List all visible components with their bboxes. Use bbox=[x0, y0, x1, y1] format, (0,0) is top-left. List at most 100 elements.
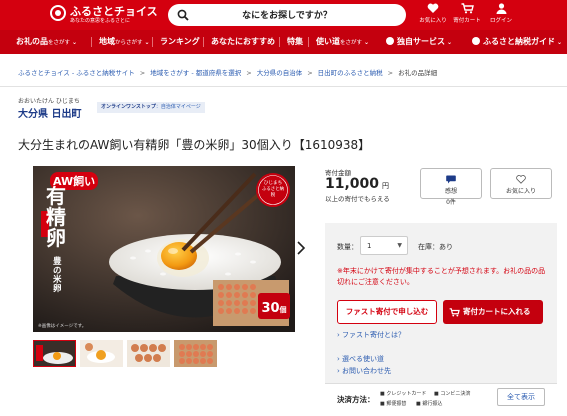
cart-label: 寄付カート bbox=[453, 18, 481, 24]
logo-mark-icon bbox=[50, 5, 66, 21]
nav-divider bbox=[203, 37, 204, 47]
search-input[interactable]: なにをお探しですか？ bbox=[168, 4, 406, 26]
breadcrumb-link[interactable]: 大分県の自治体 bbox=[257, 69, 303, 77]
thanks-label: 感想 bbox=[444, 188, 457, 195]
nav-label: 特集 bbox=[287, 37, 303, 46]
thanks-text: 感想 0件 bbox=[421, 186, 481, 206]
onestop-rest: ：自治体マイページ bbox=[155, 104, 201, 110]
nav-label: 独自サービス bbox=[397, 37, 445, 46]
breadcrumb-separator: > bbox=[246, 69, 252, 77]
notice-text: ※年末にかけて寄付が集中することが予想されます。お礼の品の品切れにご注意ください… bbox=[337, 267, 546, 286]
logo-subtitle: あなたの意思をふるさとに bbox=[70, 18, 131, 24]
search-placeholder: なにをお探しですか？ bbox=[242, 11, 332, 21]
nav-gift-search[interactable]: お礼の品をさがす ⌄ bbox=[16, 36, 77, 47]
check-icon: ■ bbox=[416, 401, 421, 407]
chevron-down-icon: ⌄ bbox=[557, 39, 563, 46]
product-main-image[interactable]: AW飼い 有精卵 豊の米卵 ひじまち ふるさと納税 30個 ※画像はイメージです… bbox=[33, 166, 295, 332]
login-button[interactable]: ログイン bbox=[486, 3, 516, 29]
thumbnail-2[interactable] bbox=[80, 340, 123, 367]
contact-link-label: お問い合わせ先 bbox=[342, 367, 392, 375]
speech-bubble-icon bbox=[446, 175, 456, 184]
nav-guide[interactable]: ふるさと納税ガイド ⌄ bbox=[472, 36, 562, 47]
chevron-right-icon[interactable] bbox=[296, 240, 306, 256]
image-sub-label: 豊の米卵 bbox=[53, 257, 62, 294]
nav-feature[interactable]: 特集 bbox=[287, 36, 303, 47]
favorites-button[interactable]: お気に入り bbox=[418, 3, 448, 29]
payment-method: ■ 郵便振替 bbox=[380, 400, 406, 407]
cart-icon bbox=[461, 3, 474, 14]
check-icon: ■ bbox=[434, 391, 439, 397]
nav-divider bbox=[308, 37, 309, 47]
image-main-label: 有精卵 bbox=[46, 184, 66, 250]
municipality-kana: おおいたけん ひじまち bbox=[18, 98, 80, 105]
nav-ranking[interactable]: ランキング bbox=[160, 36, 200, 47]
breadcrumb-current: お礼の品詳細 bbox=[398, 69, 438, 77]
payment-method-label: クレジットカード bbox=[386, 391, 427, 397]
onestop-badge[interactable]: オンラインワンストップ：自治体マイページ bbox=[97, 102, 205, 113]
image-badge-top: ひじまち bbox=[263, 181, 283, 186]
breadcrumb-link[interactable]: 地域をさがす - 都道府県を選択 bbox=[150, 69, 241, 77]
divider bbox=[0, 86, 567, 87]
global-nav: お礼の品をさがす ⌄ 地域からさがす ⌄ ランキング あなたにおすすめ 特集 使い道… bbox=[0, 30, 567, 54]
quantity-label: 数量： bbox=[337, 243, 358, 251]
nav-label: あなたにおすすめ bbox=[211, 37, 275, 46]
heart-icon bbox=[427, 3, 439, 13]
info-icon bbox=[472, 37, 480, 45]
breadcrumb-link[interactable]: 日出町のふるさと納税 bbox=[318, 69, 383, 77]
heart-outline-icon bbox=[516, 175, 526, 184]
donation-note: 以上の寄付でもらえる bbox=[325, 195, 390, 203]
onestop-strong: オンラインワンストップ bbox=[101, 104, 156, 110]
add-to-cart-label: 寄付カートに入れる bbox=[463, 307, 531, 316]
cart-icon bbox=[449, 307, 460, 317]
show-all-payments-button[interactable]: 全て表示 bbox=[497, 388, 545, 406]
nav-divider bbox=[91, 37, 92, 47]
nav-recommend[interactable]: あなたにおすすめ bbox=[211, 36, 275, 47]
donation-amount-value: 11,000 bbox=[325, 176, 380, 192]
cart-button[interactable]: 寄付カート bbox=[452, 3, 482, 29]
chevron-right-icon: › bbox=[337, 331, 340, 339]
payment-method-label: コンビニ決済 bbox=[440, 391, 471, 397]
site-logo[interactable]: ふるさとチョイス あなたの意思をふるさとに bbox=[50, 3, 165, 27]
fast-donate-button[interactable]: ファスト寄付で申し込む bbox=[337, 300, 437, 324]
nav-usage-search[interactable]: 使い道をさがす ⌄ bbox=[316, 36, 369, 47]
user-icon bbox=[496, 3, 506, 14]
payment-method: ■ クレジットカード bbox=[380, 390, 426, 397]
chevron-down-icon: ⌄ bbox=[144, 39, 150, 46]
chevron-right-icon: › bbox=[337, 355, 340, 363]
breadcrumb-link[interactable]: ふるさとチョイス - ふるさと納税サイト bbox=[18, 69, 135, 77]
quantity-select[interactable]: 1 ▼ bbox=[360, 236, 408, 255]
usage-link[interactable]: › 選べる使い道 bbox=[337, 354, 384, 364]
add-favorite-button[interactable]: お気に入り bbox=[490, 168, 552, 199]
nav-label: 使い道 bbox=[316, 37, 340, 46]
payment-method-label: 郵便振替 bbox=[386, 401, 407, 407]
quantity-value: 1 bbox=[367, 242, 372, 250]
nav-divider bbox=[152, 37, 153, 47]
municipality-name[interactable]: 大分県 日出町 bbox=[18, 105, 81, 120]
donation-amount: 11,000 円 bbox=[325, 176, 389, 192]
nav-region-search[interactable]: 地域からさがす ⌄ bbox=[99, 36, 150, 47]
stock-status: 在庫：あり bbox=[418, 243, 453, 251]
thanks-button[interactable]: 感想 0件 bbox=[420, 168, 482, 206]
product-title: 大分生まれのAW飼い有精卵「豊の米卵」30個入り【1610938】 bbox=[18, 138, 371, 152]
chevron-down-icon: ⌄ bbox=[364, 39, 370, 46]
payment-method: ■ 銀行振込 bbox=[416, 400, 442, 407]
nav-suffix: をさがす bbox=[48, 40, 71, 46]
nav-original-service[interactable]: 独自サービス ⌄ bbox=[386, 36, 452, 47]
image-count-number: 30 bbox=[261, 301, 280, 316]
image-note: ※画像はイメージです。 bbox=[38, 324, 87, 329]
breadcrumb-separator: > bbox=[387, 69, 394, 77]
thumbnail-4[interactable] bbox=[174, 340, 217, 367]
fast-donate-link[interactable]: › ファスト寄付とは？ bbox=[337, 330, 405, 340]
add-to-cart-button[interactable]: 寄付カートに入れる bbox=[443, 300, 543, 324]
thumbnail-3[interactable] bbox=[127, 340, 170, 367]
chevron-down-icon: ⌄ bbox=[72, 39, 78, 46]
contact-link[interactable]: › お問い合わせ先 bbox=[337, 366, 391, 376]
thumbnail-1[interactable] bbox=[33, 340, 76, 367]
site-header: ふるさとチョイス あなたの意思をふるさとに なにをお探しですか？ お気に入り 寄… bbox=[0, 0, 567, 30]
payment-label: 決済方法： bbox=[337, 395, 375, 404]
check-icon: ■ bbox=[380, 391, 385, 397]
payment-method: ■ コンビニ決済 bbox=[434, 390, 470, 397]
usage-link-label: 選べる使い道 bbox=[342, 355, 385, 363]
nav-label: 地域 bbox=[99, 37, 115, 46]
login-label: ログイン bbox=[489, 18, 512, 24]
